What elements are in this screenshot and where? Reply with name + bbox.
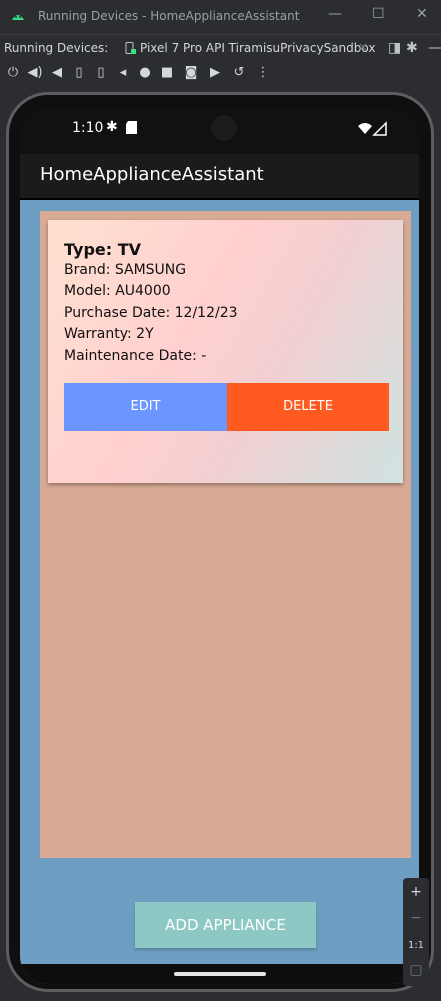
running-devices-tabbar: Running Devices: Pixel 7 Pro API Tiramis…: [0, 34, 441, 64]
zoom-out-button[interactable]: −: [403, 910, 429, 926]
more-icon[interactable]: ⋮: [254, 65, 272, 80]
android-icon: [12, 15, 24, 20]
back-icon[interactable]: ◂: [114, 65, 132, 80]
layout-icon[interactable]: ◨: [388, 40, 401, 56]
appliance-card[interactable]: Type: TV Brand: SAMSUNG Model: AU4000 Pu…: [48, 220, 403, 483]
appliance-maintenance-date: Maintenance Date: -: [64, 348, 207, 364]
hide-icon[interactable]: —: [428, 40, 441, 56]
zoom-actual-size-button[interactable]: 1:1: [403, 940, 429, 951]
volume-down-icon[interactable]: ◀: [48, 65, 66, 80]
volume-up-icon[interactable]: ◀): [26, 65, 44, 80]
zoom-in-button[interactable]: +: [403, 884, 429, 900]
zoom-controls: + − 1:1 ▢: [403, 878, 429, 986]
gesture-nav-bar: [20, 964, 419, 984]
rotate-left-icon[interactable]: ▯: [70, 65, 88, 80]
maximize-button[interactable]: ☐: [372, 6, 385, 22]
home-gesture-handle[interactable]: [174, 972, 266, 976]
zoom-fit-icon[interactable]: ▢: [403, 962, 429, 978]
running-devices-label: Running Devices:: [4, 41, 109, 55]
edit-button[interactable]: EDIT: [64, 383, 227, 431]
status-time: 1:10: [72, 120, 104, 136]
delete-button[interactable]: DELETE: [227, 383, 389, 431]
add-appliance-button[interactable]: ADD APPLIANCE: [135, 902, 316, 948]
device-icon: [125, 42, 136, 54]
device-screen[interactable]: 1:10 ✱ HomeApplianceAssistant Type: TV B…: [20, 108, 419, 984]
tab-label: Pixel 7 Pro API TiramisuPrivacySandbox: [140, 41, 376, 55]
appliance-purchase-date: Purchase Date: 12/12/23: [64, 305, 238, 321]
minimize-button[interactable]: —: [328, 6, 342, 22]
ide-title-bar: Running Devices - HomeApplianceAssistant…: [0, 0, 441, 34]
status-bar: 1:10 ✱: [20, 108, 419, 154]
appliance-list[interactable]: Type: TV Brand: SAMSUNG Model: AU4000 Pu…: [40, 211, 411, 858]
appliance-model: Model: AU4000: [64, 283, 171, 299]
screenrecord-icon[interactable]: ▶: [206, 65, 224, 80]
appliance-brand: Brand: SAMSUNG: [64, 262, 187, 278]
appliance-warranty: Warranty: 2Y: [64, 326, 154, 342]
rotate-right-icon[interactable]: ▯: [92, 65, 110, 80]
tab-close-button[interactable]: ×: [358, 40, 368, 54]
bottom-action-area: ADD APPLIANCE: [20, 884, 419, 984]
sd-card-icon: [126, 121, 137, 134]
tab-pixel-7-pro[interactable]: Pixel 7 Pro API TiramisuPrivacySandbox ×: [118, 35, 376, 64]
signal-wifi-icon: [358, 121, 387, 136]
home-icon[interactable]: ●: [136, 65, 154, 80]
app-content: Type: TV Brand: SAMSUNG Model: AU4000 Pu…: [20, 200, 419, 884]
device-toolbar: ⏻ ◀) ◀ ▯ ▯ ◂ ● ■ ◙ ▶ ↺ ⋮: [0, 62, 441, 89]
appliance-type: Type: TV: [64, 240, 142, 259]
app-title: HomeApplianceAssistant: [40, 164, 264, 185]
camera-cutout: [211, 115, 237, 141]
power-icon[interactable]: ⏻: [4, 65, 22, 80]
gear-icon[interactable]: ✱: [406, 40, 418, 56]
reset-icon[interactable]: ↺: [230, 65, 248, 80]
settings-gear-icon: ✱: [106, 119, 118, 135]
close-window-button[interactable]: ✕: [416, 6, 428, 22]
overview-icon[interactable]: ■: [158, 65, 176, 80]
screenshot-icon[interactable]: ◙: [182, 65, 200, 80]
app-bar: HomeApplianceAssistant: [20, 154, 419, 198]
window-title: Running Devices - HomeApplianceAssistant: [38, 9, 300, 23]
